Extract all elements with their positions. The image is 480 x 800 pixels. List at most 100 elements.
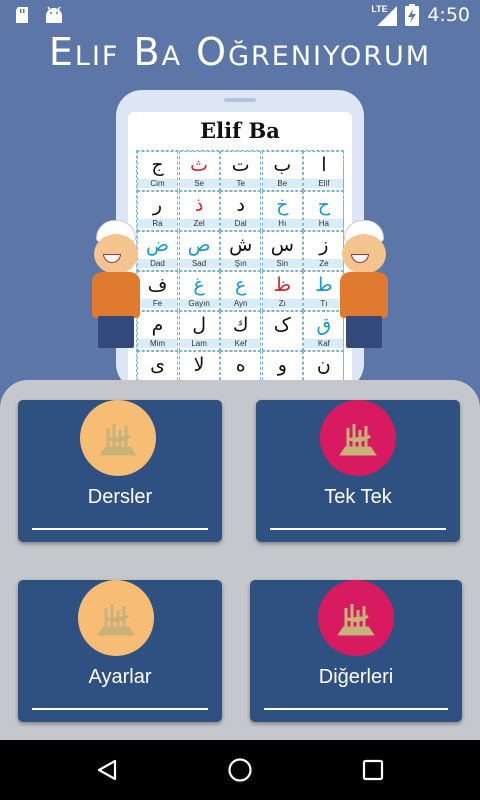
back-triangle-icon [97, 759, 117, 781]
ayarlar-button[interactable]: Ayarlar [18, 580, 222, 722]
alphabet-sheet: Elif Ba ج Cim ث Se ت Te ب Be ا Elif ر Ra ذ Zel د Dal خ Hı… [128, 112, 352, 392]
letter-name: Zel [179, 219, 219, 228]
kid-left-illustration [88, 220, 144, 350]
phone-notch [224, 98, 256, 102]
arabic-letter: ا [321, 154, 327, 176]
tek-tek-label: Tek Tek [324, 486, 392, 508]
home-button[interactable] [225, 756, 255, 784]
letter-name: Hı [262, 219, 302, 228]
app-title: Elif Ba Oğreniyorum [48, 30, 432, 74]
dersler-button[interactable]: Dersler [18, 400, 222, 542]
arabic-letter: ر [152, 194, 163, 216]
arabic-letter: ص [187, 234, 211, 256]
digerleri-icon-circle [318, 580, 394, 656]
phone-illustration: Elif Ba ج Cim ث Se ت Te ب Be ا Elif ر Ra ذ Zel د Dal خ Hı… [116, 90, 364, 392]
letter-cell: ک [261, 311, 303, 351]
ayarlar-icon-circle [78, 580, 154, 656]
arabic-letter: ل [192, 314, 206, 336]
letter-cell: س Sin [261, 231, 303, 271]
status-bar: LTE 4:50 [0, 0, 480, 32]
calligraphy-icon [337, 604, 375, 636]
hero-illustration: Elif Ba ج Cim ث Se ت Te ب Be ا Elif ر Ra ذ Zel د Dal خ Hı… [80, 86, 400, 392]
arabic-letter: ک [273, 314, 291, 336]
arabic-letter: ذ [194, 194, 204, 216]
android-icon [46, 6, 62, 23]
tek-tek-button[interactable]: Tek Tek [256, 400, 460, 542]
divider [32, 528, 208, 530]
letter-cell: غ Gayın [178, 271, 220, 311]
sheet-title: Elif Ba [200, 118, 280, 143]
arabic-letter: ظ [273, 274, 292, 296]
arabic-letter: س [270, 234, 294, 256]
letter-cell: ج Cim [137, 151, 178, 191]
arabic-letter: ك [232, 314, 249, 336]
letter-name: Elif [304, 179, 344, 188]
menu-panel: Dersler Tek Tek Ayarlar Diğerleri [0, 380, 480, 742]
letter-name: Zı [262, 299, 302, 308]
arabic-letter: خ [276, 194, 289, 216]
arabic-letter: ث [190, 154, 209, 176]
arabic-letter: ت [231, 154, 250, 176]
letter-cell: ل Lam [178, 311, 220, 351]
dersler-icon-circle [80, 400, 156, 476]
letter-grid: ج Cim ث Se ت Te ب Be ا Elif ر Ra ذ Zel د Dal خ Hı ح Ha ض Dad ص… [136, 150, 345, 392]
letter-cell: ا Elif [303, 151, 345, 191]
navigation-bar [0, 740, 480, 800]
letter-name: Be [262, 179, 302, 188]
letter-name: Sad [179, 259, 219, 268]
letter-name: Cim [138, 179, 177, 188]
letter-cell: ظ Zı [261, 271, 303, 311]
divider [32, 708, 208, 710]
letter-cell: د Dal [220, 191, 262, 231]
letter-cell: ث Se [178, 151, 220, 191]
letter-cell: ش Şın [220, 231, 262, 271]
calligraphy-icon [339, 424, 377, 456]
battery-charging-icon [405, 4, 420, 26]
calligraphy-icon [99, 424, 137, 456]
digerleri-label: Diğerleri [318, 666, 394, 688]
digerleri-button[interactable]: Diğerleri [250, 580, 462, 722]
arabic-letter: ن [316, 354, 331, 376]
letter-name: Lam [179, 339, 219, 348]
letter-cell: ذ Zel [178, 191, 220, 231]
tek-tek-icon-circle [320, 400, 396, 476]
letter-cell: ص Sad [178, 231, 220, 271]
back-button[interactable] [92, 756, 122, 784]
letter-name: Se [179, 179, 219, 188]
sd-card-icon [16, 7, 28, 23]
home-circle-icon [228, 758, 252, 782]
letter-cell: ب Be [261, 151, 303, 191]
arabic-letter: ى [150, 354, 165, 376]
recents-square-icon [362, 759, 384, 781]
kid-right-illustration [336, 220, 392, 350]
letter-cell: خ Hı [261, 191, 303, 231]
ayarlar-label: Ayarlar [88, 666, 152, 688]
letter-cell: ع Ayn [220, 271, 262, 311]
calligraphy-icon [97, 604, 135, 636]
arabic-letter: ش [229, 234, 253, 256]
letter-cell: ك Kef [220, 311, 262, 351]
letter-name: Gayın [179, 299, 219, 308]
arabic-letter: ج [151, 154, 164, 176]
arabic-letter: غ [193, 274, 205, 296]
letter-name: Ayn [221, 299, 261, 308]
recents-button[interactable] [358, 756, 388, 784]
letter-cell: ت Te [220, 151, 262, 191]
clock: 4:50 [427, 4, 470, 26]
letter-name: Şın [221, 259, 261, 268]
arabic-letter: ح [317, 194, 331, 216]
dersler-label: Dersler [87, 486, 153, 508]
arabic-letter: و [277, 354, 287, 376]
letter-name: Kef [221, 339, 261, 348]
arabic-letter: لا [193, 354, 205, 376]
letter-name: Dal [221, 219, 261, 228]
letter-name: Sin [262, 259, 302, 268]
letter-name: Te [221, 179, 261, 188]
arabic-letter: ب [273, 154, 292, 176]
arabic-letter: ع [235, 274, 247, 296]
signal-icon: LTE [371, 4, 398, 26]
arabic-letter: ه [235, 354, 246, 376]
arabic-letter: د [236, 194, 245, 216]
divider [264, 708, 448, 710]
divider [270, 528, 446, 530]
